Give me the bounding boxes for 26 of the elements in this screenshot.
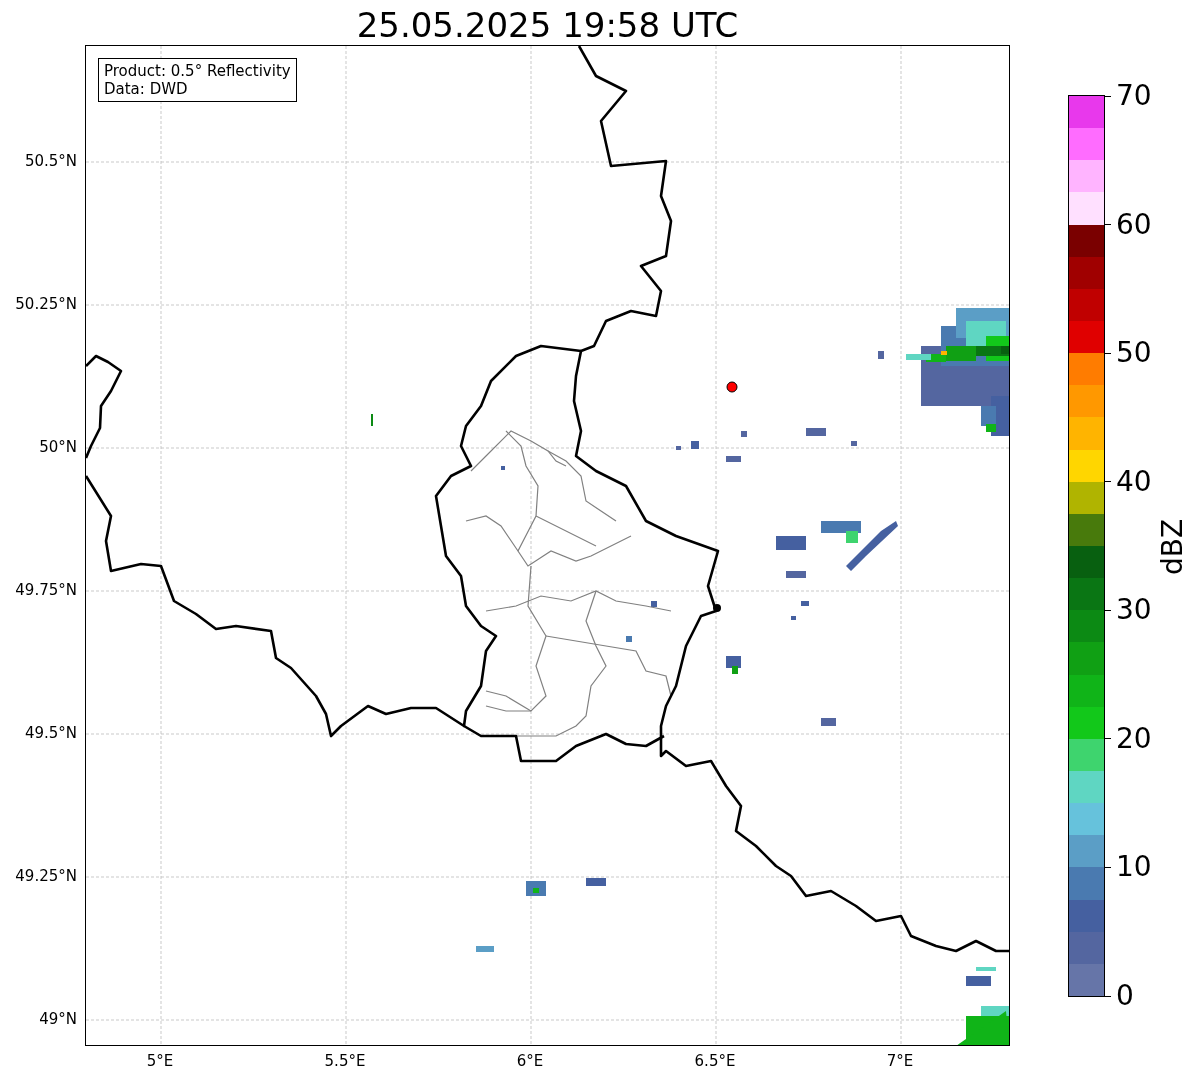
- map-title: 25.05.2025 19:58 UTC: [356, 5, 739, 45]
- longitude-label: 5°E: [146, 1052, 174, 1070]
- scale-tick-label: 30: [1105, 594, 1152, 627]
- legend-text: Product: 0.5° Reflectivity: [104, 62, 291, 80]
- longitude-label: 5.5°E: [324, 1052, 366, 1070]
- latitude-label: 49.5°N: [24, 724, 77, 742]
- scale-tick-label: 40: [1105, 465, 1152, 498]
- station-marker: [713, 604, 721, 612]
- scale-tick-label: 20: [1105, 722, 1152, 755]
- scale-tick-label: 70: [1105, 80, 1152, 112]
- scale-unit-label: dBZ: [1157, 518, 1189, 575]
- latitude-label: 49.75°N: [15, 581, 77, 599]
- latitude-label: 50.25°N: [15, 295, 77, 313]
- legend-text: Data: DWD: [104, 80, 189, 98]
- longitude-label: 7°E: [886, 1052, 914, 1070]
- scale-tick-label: 10: [1105, 851, 1152, 884]
- scale-tick-label: 50: [1105, 337, 1152, 370]
- scale-tick-label: 0: [1105, 980, 1134, 1012]
- longitude-label: 6°E: [516, 1052, 544, 1070]
- scale-tick-label: 60: [1105, 208, 1152, 241]
- latitude-label: 49°N: [39, 1010, 77, 1028]
- latitude-label: 50°N: [39, 438, 77, 456]
- latitude-label: 49.25°N: [15, 867, 77, 885]
- longitude-label: 6.5°E: [694, 1052, 736, 1070]
- latitude-label: 50.5°N: [24, 152, 77, 170]
- location-marker: [726, 381, 738, 393]
